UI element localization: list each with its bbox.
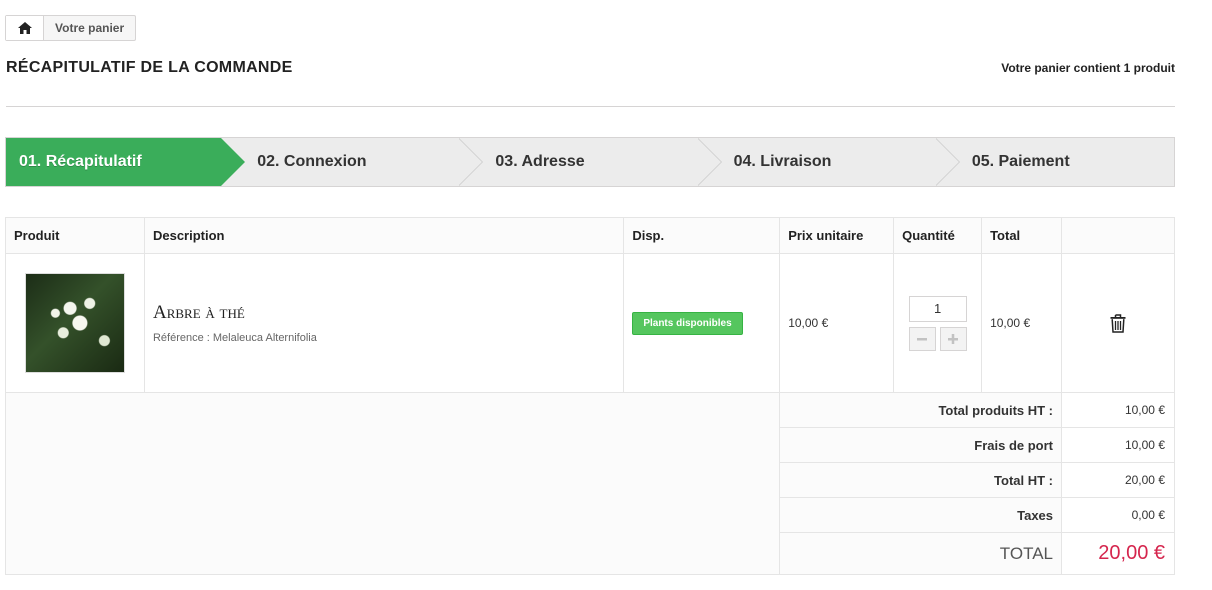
- minus-icon: [917, 337, 928, 340]
- header-unit-price: Prix unitaire: [779, 217, 895, 254]
- step-label: 02. Connexion: [257, 153, 367, 170]
- product-reference: Référence : Melaleuca Alternifolia: [152, 332, 317, 344]
- cart-count-text: Votre panier contient 1 produit: [1001, 61, 1175, 75]
- quantity-decrease-button[interactable]: [908, 326, 936, 351]
- quantity-cell: [893, 253, 983, 393]
- step-summary[interactable]: 01. Récapitulatif: [6, 138, 246, 186]
- step-login[interactable]: 02. Connexion: [221, 138, 484, 186]
- quantity-input[interactable]: [908, 295, 967, 322]
- delete-item-button[interactable]: [1070, 313, 1166, 333]
- checkout-steps: 01. Récapitulatif 02. Connexion 03. Adre…: [5, 137, 1175, 187]
- step-arrow: [458, 138, 484, 186]
- step-address[interactable]: 03. Adresse: [459, 138, 722, 186]
- step-label: 04. Livraison: [733, 153, 832, 170]
- product-name[interactable]: Arbre à thé: [153, 302, 615, 324]
- table-header-row: Produit Description Disp. Prix unitaire …: [5, 217, 1175, 254]
- cart-table: Produit Description Disp. Prix unitaire …: [4, 217, 1175, 575]
- header-description: Description: [143, 217, 625, 254]
- quantity-stepper: [908, 295, 967, 351]
- table-row: Arbre à thé Référence : Melaleuca Altern…: [5, 253, 1175, 393]
- grand-total-value: 20,00 €: [1061, 532, 1175, 575]
- step-payment[interactable]: 05. Paiement: [936, 138, 1174, 186]
- line-total-cell: 10,00 €: [981, 253, 1063, 393]
- header-actions: [1061, 217, 1175, 254]
- header-total: Total: [981, 217, 1063, 254]
- product-image-cell: [5, 253, 145, 393]
- header-availability: Disp.: [623, 217, 781, 254]
- step-arrow: [221, 138, 246, 186]
- summary-row-products-ht: Total produits HT : 10,00 €: [4, 392, 1175, 575]
- summary-label: Frais de port: [779, 427, 1063, 463]
- delete-cell: [1061, 253, 1175, 393]
- trash-icon: [1110, 313, 1126, 333]
- home-icon: [17, 22, 32, 34]
- summary-value: 10,00 €: [1061, 427, 1175, 463]
- step-label: 03. Adresse: [495, 153, 585, 170]
- product-image[interactable]: [25, 273, 125, 373]
- summary-label: Total produits HT :: [779, 392, 1063, 428]
- summary-value: 10,00 €: [1061, 392, 1175, 428]
- breadcrumb: Votre panier: [5, 15, 137, 41]
- summary-label: Taxes: [779, 497, 1063, 533]
- quantity-increase-button[interactable]: [939, 326, 967, 351]
- divider: [6, 106, 1175, 107]
- summary-value: 0,00 €: [1061, 497, 1175, 533]
- step-shipping[interactable]: 04. Livraison: [698, 138, 960, 186]
- header-product: Produit: [5, 217, 145, 254]
- plus-icon: [948, 333, 959, 344]
- summary-blank: [4, 392, 781, 575]
- grand-total-label: TOTAL: [779, 532, 1063, 575]
- summary-label: Total HT :: [779, 462, 1063, 498]
- step-label: 05. Paiement: [971, 153, 1070, 170]
- unit-price-cell: 10,00 €: [779, 253, 895, 393]
- availability-cell: Plants disponibles: [623, 253, 781, 393]
- step-arrow: [934, 138, 960, 186]
- step-label: 01. Récapitulatif: [19, 153, 142, 170]
- page-title: RÉCAPITULATIF DE LA COMMANDE: [6, 59, 293, 76]
- breadcrumb-home-link[interactable]: [6, 16, 44, 40]
- header-quantity: Quantité: [893, 217, 983, 254]
- summary-value: 20,00 €: [1061, 462, 1175, 498]
- step-arrow: [696, 138, 722, 186]
- availability-badge: Plants disponibles: [632, 311, 743, 335]
- product-description-cell: Arbre à thé Référence : Melaleuca Altern…: [143, 253, 625, 393]
- breadcrumb-current: Votre panier: [55, 21, 125, 35]
